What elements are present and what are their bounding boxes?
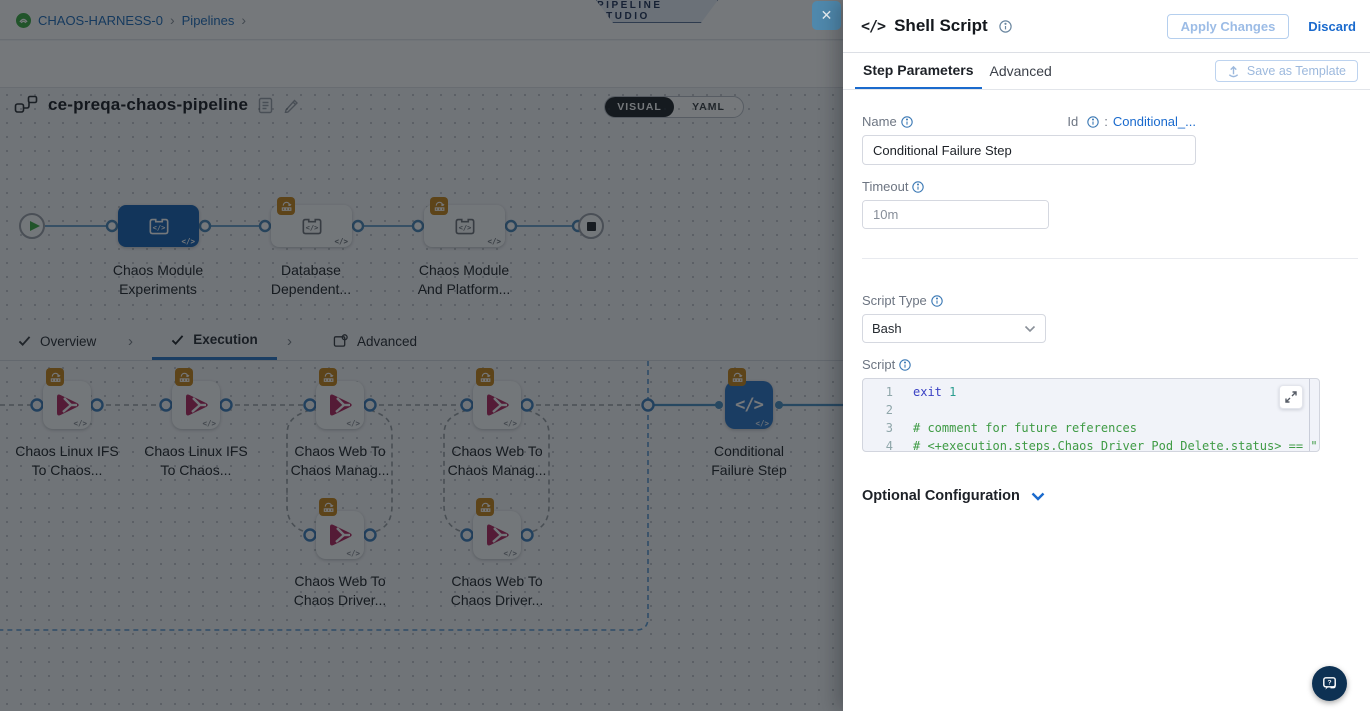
name-input[interactable]: [862, 135, 1196, 165]
section-divider: [862, 258, 1358, 259]
editor-expand-button[interactable]: [1279, 385, 1303, 409]
info-icon[interactable]: [899, 359, 911, 371]
info-icon[interactable]: [1087, 116, 1099, 128]
timeout-field: [862, 200, 1049, 229]
info-icon[interactable]: [901, 116, 913, 128]
tab-step-parameters[interactable]: Step Parameters: [855, 53, 982, 89]
info-icon[interactable]: [999, 20, 1012, 33]
drawer-title: Shell Script: [894, 16, 988, 36]
svg-text:?: ?: [1327, 680, 1331, 687]
name-label: Name: [862, 114, 913, 129]
tab-step-advanced[interactable]: Advanced: [982, 53, 1060, 89]
shell-script-icon: </>: [861, 17, 885, 35]
drawer-tab-bar: Step Parameters Advanced Save as Templat…: [843, 53, 1370, 90]
step-id-link[interactable]: Conditional_...: [1113, 114, 1196, 129]
drawer-header: </> Shell Script Apply Changes Discard: [843, 0, 1370, 53]
chevron-down-icon: [1024, 325, 1036, 333]
info-icon[interactable]: [931, 295, 943, 307]
apply-changes-button[interactable]: Apply Changes: [1167, 14, 1290, 39]
step-config-drawer: </> Shell Script Apply Changes Discard S…: [843, 0, 1370, 711]
chevron-down-icon: [1031, 492, 1045, 501]
step-parameters-form: Name Id : Conditional_... Timeout Script…: [843, 90, 1370, 504]
step-id-group: Id : Conditional_...: [1067, 114, 1196, 129]
info-icon[interactable]: [912, 181, 924, 193]
chat-help-icon: ?: [1320, 674, 1339, 693]
expand-icon: [1285, 391, 1297, 403]
upload-icon: [1227, 65, 1240, 78]
pipeline-studio-background: CHAOS-HARNESS-0 › Pipelines › PIPELINE S…: [0, 0, 843, 711]
timeout-input[interactable]: [863, 201, 1049, 228]
drawer-dim-overlay[interactable]: [0, 0, 843, 711]
script-label: Script: [862, 357, 1358, 372]
script-type-select[interactable]: Bash: [862, 314, 1046, 343]
drawer-close-button[interactable]: ✕: [812, 1, 841, 30]
save-as-template-button[interactable]: Save as Template: [1215, 60, 1358, 82]
optional-configuration-toggle[interactable]: Optional Configuration: [862, 488, 1358, 504]
help-chat-button[interactable]: ?: [1312, 666, 1347, 701]
script-code-editor[interactable]: 1exit 1 2 3# comment for future referenc…: [862, 378, 1320, 452]
discard-button[interactable]: Discard: [1308, 19, 1356, 34]
timeout-label: Timeout: [862, 179, 1358, 194]
script-type-label: Script Type: [862, 293, 1358, 308]
